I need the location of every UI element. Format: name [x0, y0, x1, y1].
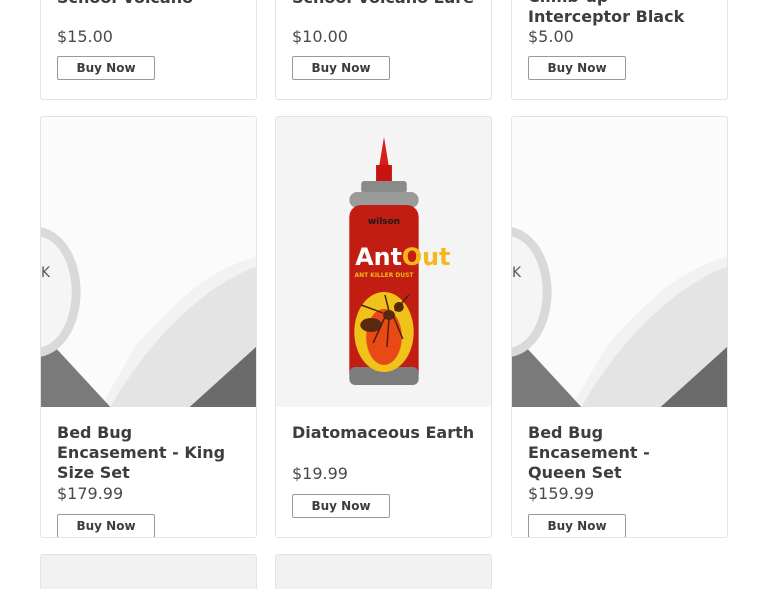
buy-now-button[interactable]: Buy Now	[57, 514, 155, 537]
mattress-encasement-image[interactable]: K	[41, 117, 256, 407]
buy-now-button[interactable]: Buy Now	[57, 56, 155, 80]
product-price: $5.00	[528, 27, 574, 46]
product-price: $15.00	[57, 27, 113, 46]
bottle-tagline-text: ANT KILLER DUST	[355, 272, 415, 279]
product-title[interactable]: Bed Bug Encasement - Queen Set	[528, 423, 713, 483]
product-card: Climb-up Interceptor Black $5.00 Buy Now	[511, 0, 728, 100]
mattress-icon: K	[41, 117, 256, 407]
product-card: School Volcano $15.00 Buy Now	[40, 0, 257, 100]
product-title[interactable]: School Volcano Lure	[292, 0, 474, 8]
product-card: K Bed Bug Encasement - King Size Set $17…	[40, 116, 257, 538]
product-card: School Volcano Lure $10.00 Buy Now	[275, 0, 492, 100]
product-price: $10.00	[292, 27, 348, 46]
product-price: $179.99	[57, 484, 124, 503]
product-image[interactable]	[276, 555, 491, 589]
product-card: wilson AntOut ANT KILLER DUST Diatomaceo…	[275, 116, 492, 538]
svg-text:AntOut: AntOut	[355, 243, 450, 271]
bottle-name-a-text: Ant	[355, 243, 402, 271]
buy-now-button[interactable]: Buy Now	[528, 514, 626, 537]
product-card: K Bed Bug Encasement - Queen Set $159.99…	[511, 116, 728, 538]
product-price: $159.99	[528, 484, 595, 503]
product-title[interactable]: Bed Bug Encasement - King Size Set	[57, 423, 242, 483]
product-title[interactable]: Climb-up Interceptor Black	[528, 0, 713, 27]
svg-text:K: K	[512, 265, 522, 281]
product-card	[275, 554, 492, 589]
svg-text:K: K	[41, 265, 51, 281]
mattress-encasement-image[interactable]: K	[512, 117, 727, 407]
product-title[interactable]: School Volcano	[57, 0, 193, 8]
product-grid: School Volcano $15.00 Buy Now School Vol…	[0, 0, 770, 589]
antout-bottle-image[interactable]: wilson AntOut ANT KILLER DUST	[276, 117, 491, 407]
bottle-brand-text: wilson	[368, 217, 400, 227]
bottle-icon: wilson AntOut ANT KILLER DUST	[276, 117, 491, 407]
buy-now-button[interactable]: Buy Now	[528, 56, 626, 80]
buy-now-button[interactable]: Buy Now	[292, 56, 390, 80]
product-card	[40, 554, 257, 589]
mattress-icon: K	[512, 117, 727, 407]
buy-now-button[interactable]: Buy Now	[292, 494, 390, 518]
product-image[interactable]	[41, 555, 256, 589]
product-price: $19.99	[292, 464, 348, 483]
product-title[interactable]: Diatomaceous Earth	[292, 423, 475, 443]
bottle-name-b-text: Out	[402, 243, 450, 271]
